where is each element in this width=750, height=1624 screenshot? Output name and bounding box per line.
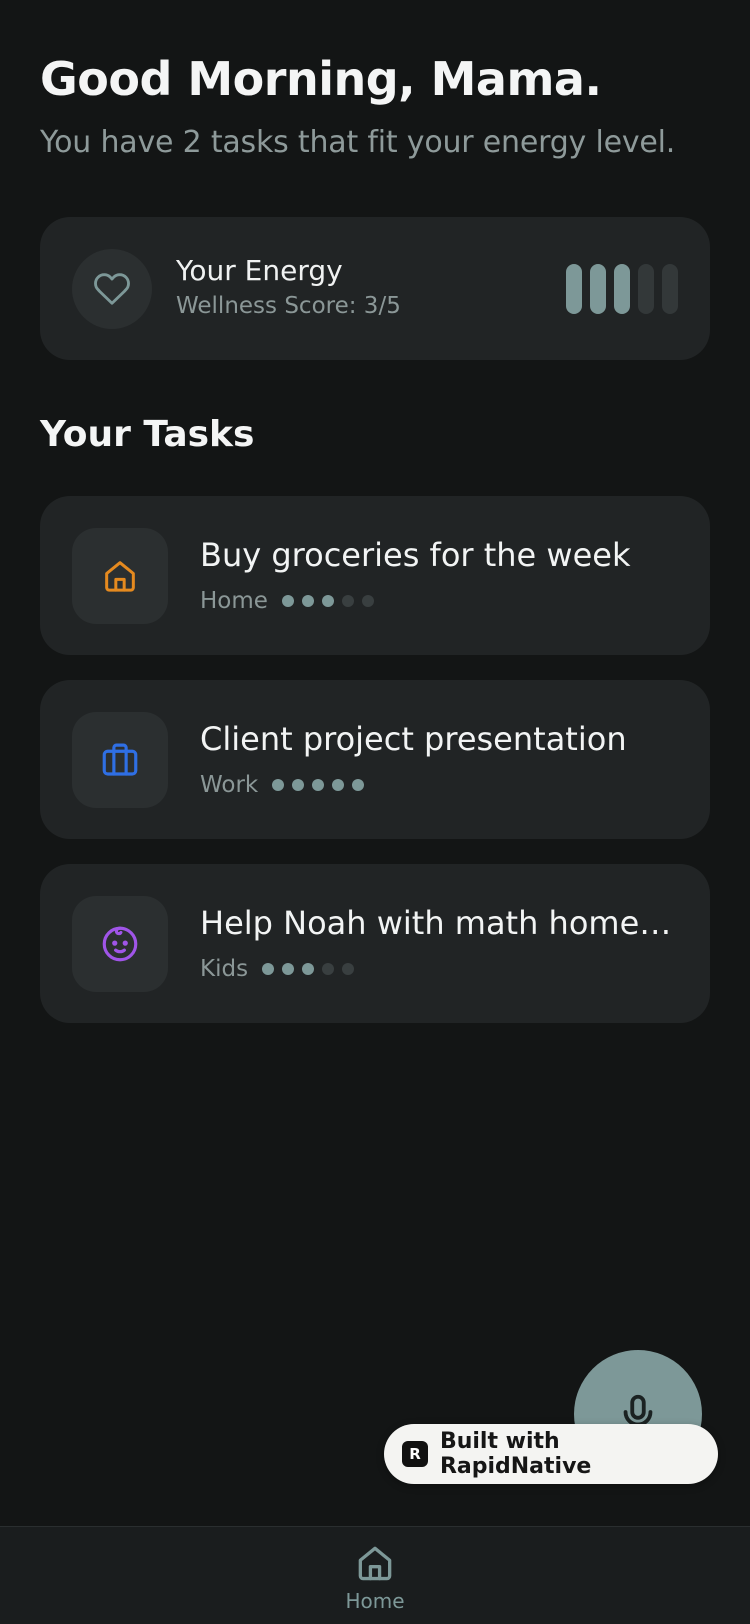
tab-home[interactable]: Home bbox=[335, 1541, 415, 1624]
task-list: Buy groceries for the week Home Client p… bbox=[40, 496, 710, 1048]
task-category: Home bbox=[200, 588, 268, 614]
energy-dot bbox=[302, 963, 315, 975]
baby-icon bbox=[102, 926, 138, 962]
energy-dot bbox=[341, 595, 354, 607]
energy-bar bbox=[638, 264, 654, 314]
energy-dot bbox=[332, 779, 345, 791]
task-meta: Kids bbox=[200, 956, 355, 982]
energy-dot bbox=[282, 963, 295, 975]
energy-dot bbox=[312, 779, 325, 791]
energy-dot bbox=[292, 779, 305, 791]
energy-card[interactable]: Your Energy Wellness Score: 3/5 bbox=[40, 217, 710, 360]
energy-bar bbox=[614, 264, 630, 314]
task-energy-dots bbox=[262, 963, 355, 975]
task-title: Help Noah with math homew... bbox=[200, 904, 680, 942]
energy-level-bars bbox=[566, 264, 678, 314]
rapidnative-logo-icon: R bbox=[402, 1441, 428, 1467]
home-icon bbox=[358, 1546, 392, 1581]
built-with-badge[interactable]: R Built with RapidNative bbox=[384, 1424, 718, 1484]
task-energy-dots bbox=[281, 595, 374, 607]
home-screen: Good Morning, Mama. You have 2 tasks tha… bbox=[0, 0, 750, 1624]
energy-dot bbox=[262, 963, 275, 975]
bottom-tab-bar: Home bbox=[0, 1526, 750, 1624]
task-meta: Home bbox=[200, 588, 374, 614]
task-energy-dots bbox=[272, 779, 365, 791]
energy-bar bbox=[566, 264, 582, 314]
energy-title: Your Energy bbox=[176, 254, 343, 287]
greeting-title: Good Morning, Mama. bbox=[40, 52, 602, 106]
task-card[interactable]: Buy groceries for the week Home bbox=[40, 496, 710, 655]
greeting-subtitle: You have 2 tasks that fit your energy le… bbox=[40, 125, 676, 160]
task-title: Client project presentation bbox=[200, 720, 627, 758]
energy-bar bbox=[590, 264, 606, 314]
wellness-score: Wellness Score: 3/5 bbox=[176, 293, 401, 319]
heart-icon bbox=[94, 273, 130, 305]
built-with-label: Built with RapidNative bbox=[439, 1429, 592, 1479]
home-icon bbox=[105, 561, 135, 592]
energy-dot bbox=[301, 595, 314, 607]
energy-bar bbox=[662, 264, 678, 314]
task-card[interactable]: Client project presentation Work bbox=[40, 680, 710, 839]
task-icon-container bbox=[72, 712, 168, 808]
energy-dot bbox=[352, 779, 365, 791]
energy-dot bbox=[342, 963, 355, 975]
energy-dot bbox=[361, 595, 374, 607]
task-meta: Work bbox=[200, 772, 365, 798]
tasks-section-title: Your Tasks bbox=[40, 414, 255, 455]
task-card[interactable]: Help Noah with math homew... Kids bbox=[40, 864, 710, 1023]
task-category: Work bbox=[200, 772, 259, 798]
task-title: Buy groceries for the week bbox=[200, 536, 631, 574]
briefcase-icon bbox=[102, 743, 138, 776]
energy-dot bbox=[322, 963, 335, 975]
tab-home-label: Home bbox=[345, 1589, 405, 1613]
task-icon-container bbox=[72, 896, 168, 992]
energy-dot bbox=[281, 595, 294, 607]
task-icon-container bbox=[72, 528, 168, 624]
energy-icon-container bbox=[72, 249, 152, 329]
task-category: Kids bbox=[200, 956, 249, 982]
energy-dot bbox=[321, 595, 334, 607]
energy-dot bbox=[272, 779, 285, 791]
